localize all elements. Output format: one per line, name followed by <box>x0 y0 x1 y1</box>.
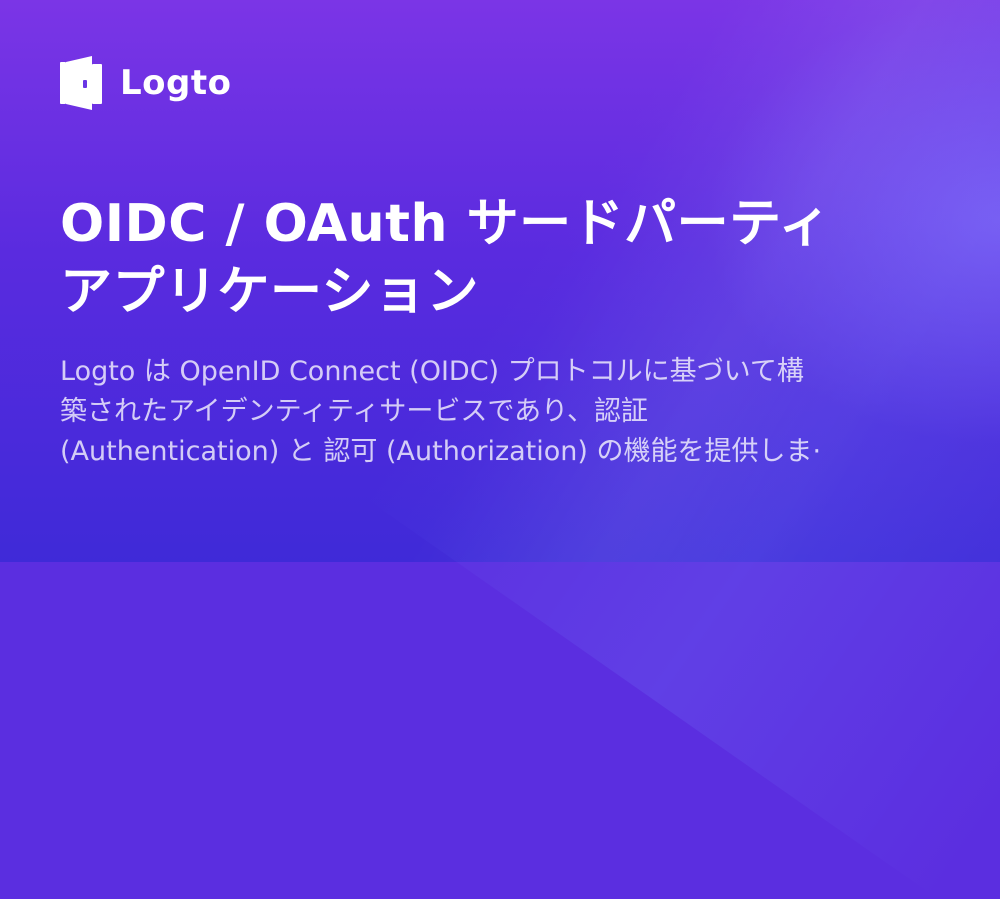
page-description: Logto は OpenID Connect (OIDC) プロトコルに基づいて… <box>60 356 822 467</box>
page-title-text: OIDC / OAuth サードパーティ アプリケーション <box>60 194 832 322</box>
brand-logo: Logto <box>58 54 231 112</box>
logto-door-icon <box>58 54 104 112</box>
brand-name: Logto <box>120 63 232 103</box>
page-title: OIDC / OAuth サードパーティ アプリケーション <box>60 190 960 326</box>
